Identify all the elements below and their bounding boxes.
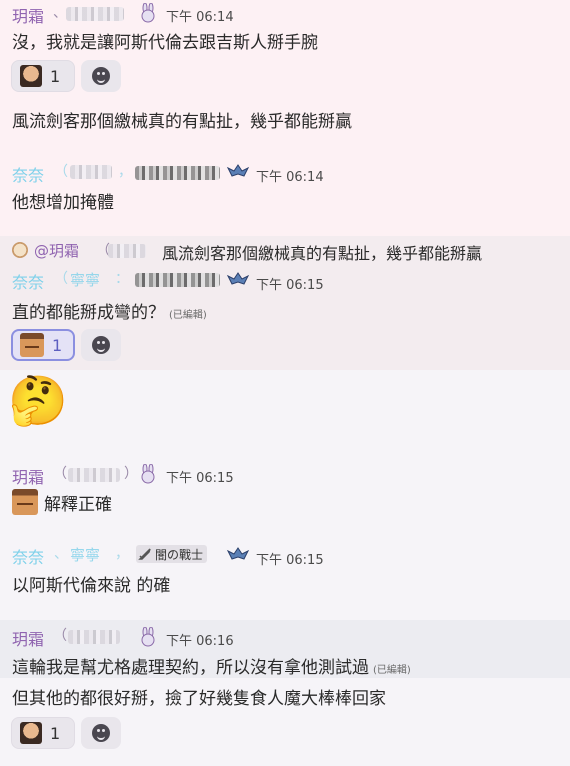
add-reaction-button[interactable] [81,329,121,361]
add-reaction-smile-icon [92,67,110,85]
author-name[interactable]: 奈奈 [12,269,44,293]
bunny-badge-icon [141,3,155,23]
redacted-username [70,165,112,179]
timestamp: 下午 06:14 [166,10,234,25]
redacted-username [68,468,120,482]
dragon-badge-icon [226,272,250,285]
edited-label: (已編輯) [169,310,207,321]
reaction-count: 1 [52,335,63,355]
reply-preview-text[interactable]: 風流劍客那個繳械真的有點扯，幾乎都能掰贏 [162,240,482,264]
timestamp: 下午 06:16 [166,634,234,649]
bunny-badge-icon [141,464,155,484]
redacted-username [135,166,220,180]
timestamp: 下午 06:15 [166,471,234,486]
reaction-button[interactable]: 1 [11,60,75,92]
thinking-emoji-icon: 🤔 [8,373,68,429]
reaction-emoji-icon [20,65,42,87]
edited-label: (已編輯) [373,665,411,676]
reaction-emoji-icon [20,333,44,357]
custom-emoji-icon [12,489,38,515]
redacted-username [68,630,120,644]
message-text: 沒，我就是讓阿斯代倫去跟吉斯人掰手腕 [12,33,318,53]
author-name[interactable]: 玥霜 [12,626,44,650]
sword-icon [138,548,151,560]
add-reaction-smile-icon [92,336,110,354]
reaction-count: 1 [50,66,61,86]
timestamp: 下午 06:15 [256,553,324,568]
reaction-button-selected[interactable]: 1 [11,329,75,361]
message-text: 他想增加掩體 [12,193,114,213]
role-tag[interactable]: 闇の戰士 [136,545,208,563]
bunny-badge-icon [141,627,155,647]
message-text: 直的都能掰成彎的？ [12,303,165,323]
message-text: 但其他的都很好掰，撿了好幾隻食人魔大棒棒回家 [12,689,386,709]
author-name[interactable]: 玥霜 [12,464,44,488]
reaction-count: 1 [50,723,61,743]
message-text: 以阿斯代倫來說 的確 [12,576,171,596]
redacted-username [108,244,146,258]
add-reaction-button[interactable] [81,60,121,92]
role-tag-label: 闇の戰士 [155,547,204,562]
timestamp: 下午 06:15 [256,278,324,293]
message-text-row: 直的都能掰成彎的？ (已編輯) [12,298,207,323]
add-reaction-button[interactable] [81,717,121,749]
reply-avatar[interactable] [12,242,28,258]
redacted-username [135,273,220,287]
add-reaction-smile-icon [92,724,110,742]
author-name[interactable]: 奈奈 [12,162,44,186]
reaction-button[interactable]: 1 [11,717,75,749]
redacted-username [66,7,124,21]
message-text-row: 這輪我是幫尤格處理契約，所以沒有拿他測試過 (已編輯) [12,653,411,678]
message-text: 風流劍客那個繳械真的有點扯，幾乎都能掰贏 [12,112,352,132]
author-name[interactable]: 奈奈 [12,544,44,568]
dragon-badge-icon [226,164,250,177]
reply-mention[interactable]: @玥霜 [34,240,79,261]
timestamp: 下午 06:14 [256,170,324,185]
message-text: 這輪我是幫尤格處理契約，所以沒有拿他測試過 [12,658,369,678]
reaction-emoji-icon [20,722,42,744]
message-text: 解釋正確 [44,495,112,515]
dragon-badge-icon [226,547,250,560]
author-name-partial: 寧寧 [70,271,101,289]
author-name[interactable]: 玥霜 [12,3,44,27]
author-name-partial: 寧寧 [70,546,101,564]
